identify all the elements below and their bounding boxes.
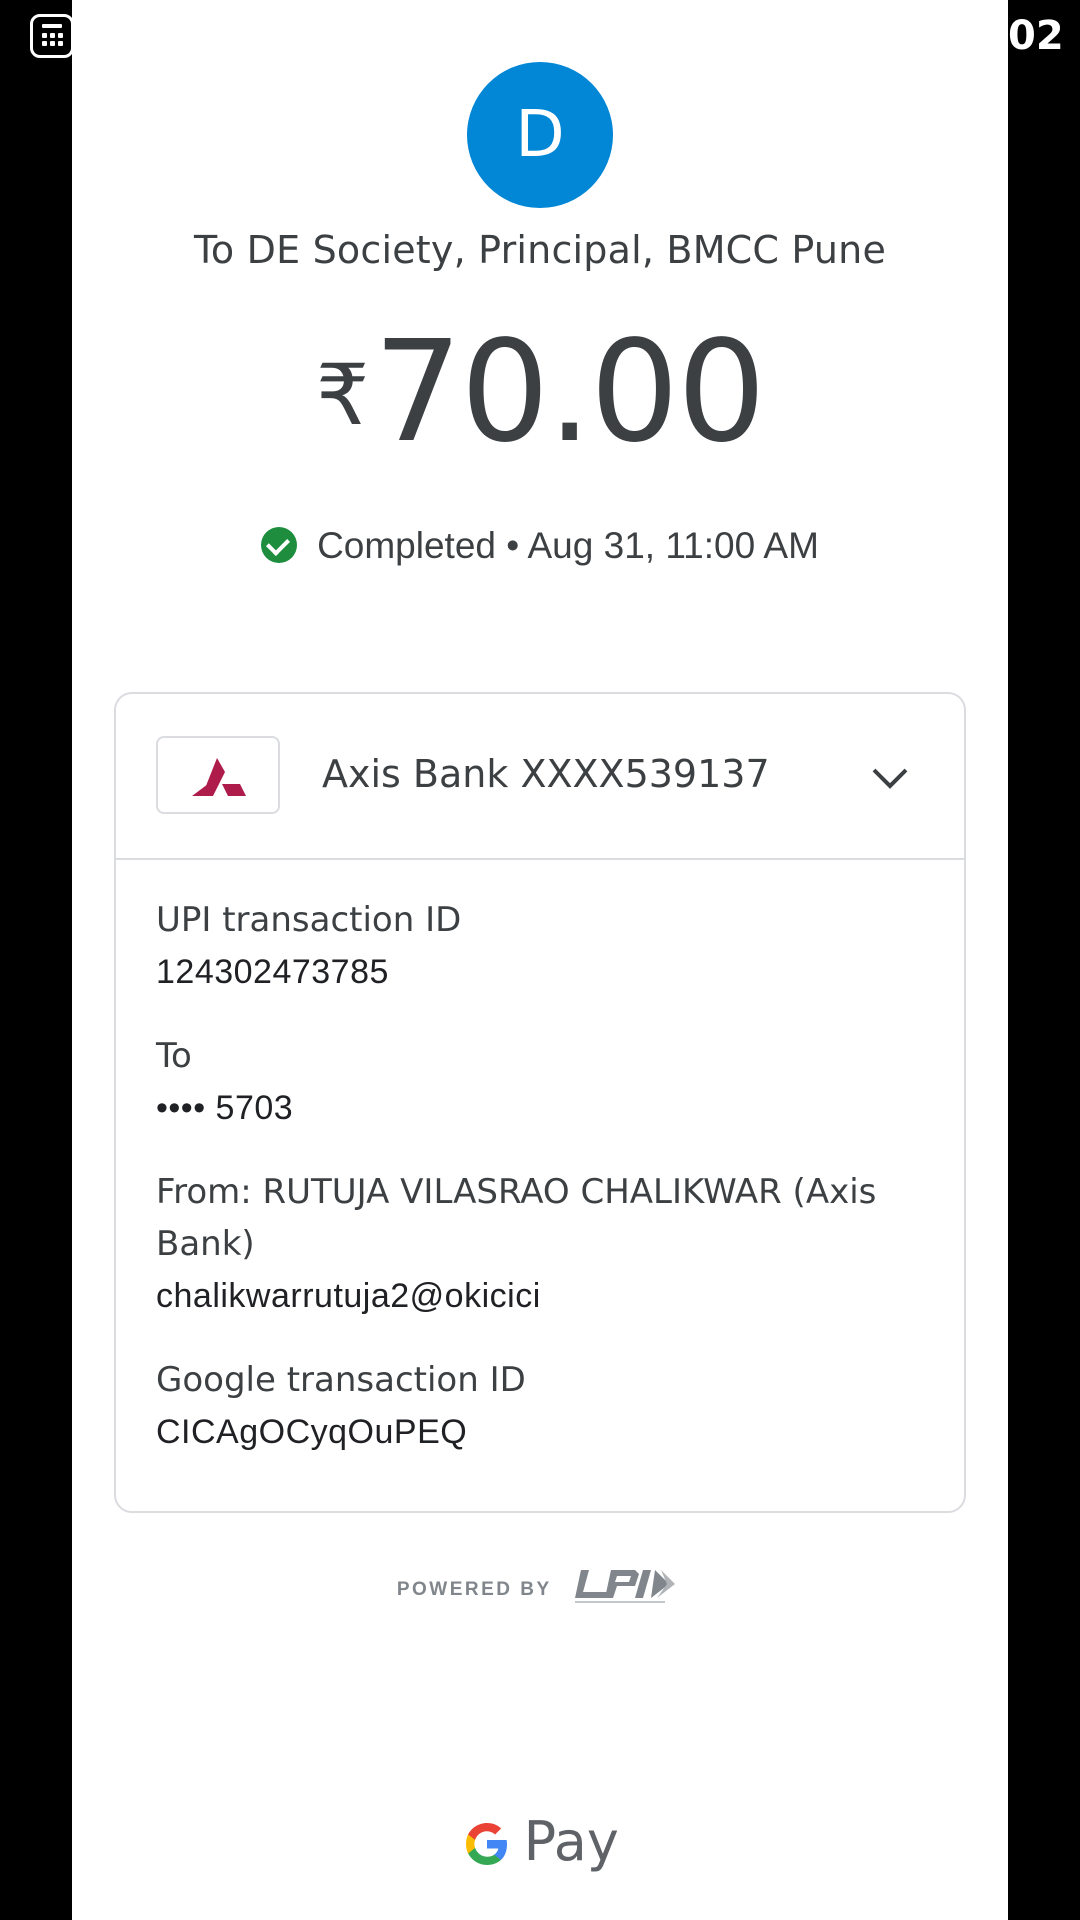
detail-to: To •••• 5703 xyxy=(156,1030,936,1134)
pay-wordmark: Pay xyxy=(523,1810,619,1873)
detail-value: chalikwarrutuja2@okicici xyxy=(156,1277,541,1315)
powered-by-text: POWERED BY xyxy=(396,1579,552,1601)
transaction-details-card: Axis Bank XXXX539137 UPI transaction ID … xyxy=(114,692,966,1513)
currency-symbol: ₹ xyxy=(315,346,370,444)
axis-bank-logo xyxy=(156,736,280,814)
detail-value: CICAgOCyqOuPEQ xyxy=(156,1413,468,1451)
detail-google-transaction-id: Google transaction ID CICAgOCyqOuPEQ xyxy=(156,1354,936,1458)
payee-avatar: D xyxy=(467,62,613,208)
detail-value: 124302473785 xyxy=(156,953,389,991)
status-text: Completed xyxy=(317,525,496,566)
amount-value: 70.00 xyxy=(373,311,766,474)
bank-account-name: Axis Bank XXXX539137 xyxy=(322,752,770,796)
detail-upi-transaction-id: UPI transaction ID 124302473785 xyxy=(156,894,936,998)
google-g-icon xyxy=(466,1822,508,1865)
google-pay-logo: Pay xyxy=(72,1810,1008,1875)
bank-account-row[interactable]: Axis Bank XXXX539137 xyxy=(116,694,964,860)
upi-logo xyxy=(575,1570,676,1603)
detail-from: From: RUTUJA VILASRAO CHALIKWAR (Axis Ba… xyxy=(156,1166,936,1322)
payment-receipt-screen: D To DE Society, Principal, BMCC Pune ₹7… xyxy=(72,0,1008,1920)
detail-label: Google transaction ID xyxy=(156,1360,526,1400)
payee-name: To DE Society, Principal, BMCC Pune xyxy=(193,228,887,272)
calculator-icon[interactable] xyxy=(30,14,74,58)
powered-by-upi: POWERED BY xyxy=(72,1570,1008,1610)
detail-label: UPI transaction ID xyxy=(156,900,462,940)
detail-value: •••• 5703 xyxy=(156,1089,294,1127)
clock: 02 xyxy=(1008,13,1064,59)
payment-amount: ₹70.00 xyxy=(72,318,1008,468)
payment-datetime: Aug 31, 11:00 AM xyxy=(527,525,819,566)
check-circle-icon xyxy=(261,527,298,564)
chevron-down-icon[interactable] xyxy=(868,756,912,800)
detail-label: To xyxy=(156,1036,192,1076)
status-separator: • xyxy=(506,525,520,566)
detail-label: From: RUTUJA VILASRAO CHALIKWAR (Axis Ba… xyxy=(156,1172,877,1264)
transaction-details: UPI transaction ID 124302473785 To •••• … xyxy=(156,894,936,1458)
payment-status: Completed • Aug 31, 11:00 AM xyxy=(72,522,1008,570)
